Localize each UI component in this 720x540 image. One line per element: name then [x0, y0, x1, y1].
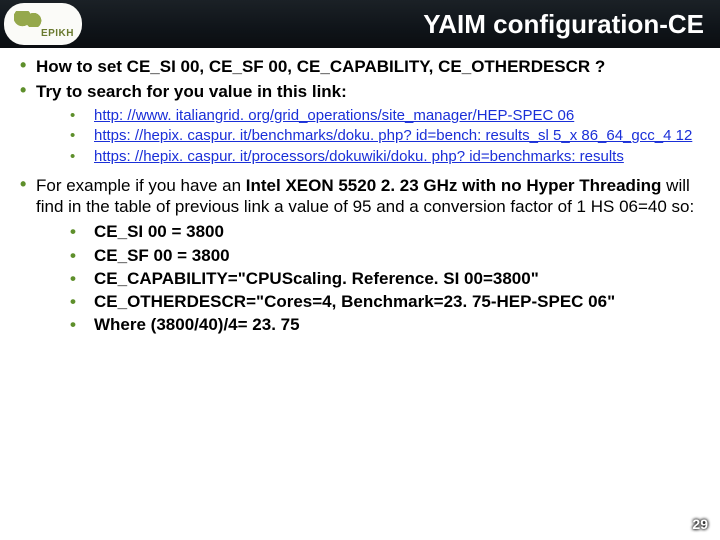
value-where-calc: Where (3800/40)/4= 23. 75: [70, 314, 706, 335]
example-pre: For example if you have an: [36, 176, 246, 195]
value-ce-si00: CE_SI 00 = 3800: [70, 221, 706, 242]
logo-text: EPIKH: [41, 28, 74, 39]
slide-title: YAIM configuration-CE: [82, 9, 720, 40]
link-hepix-benchmarks[interactable]: https: //hepix. caspur. it/benchmarks/do…: [94, 127, 692, 144]
bullet-try-search: Try to search for you value in this link…: [20, 81, 706, 167]
value-ce-otherdescr: CE_OTHERDESCR="Cores=4, Benchmark=23. 75…: [70, 291, 706, 312]
value-ce-sf00: CE_SF 00 = 3800: [70, 245, 706, 266]
bullet-how-to-set: How to set CE_SI 00, CE_SF 00, CE_CAPABI…: [20, 56, 706, 77]
links-list: http: //www. italiangrid. org/grid_opera…: [36, 107, 706, 167]
epikh-logo: EPIKH: [4, 3, 82, 45]
bullet-list: How to set CE_SI 00, CE_SF 00, CE_CAPABI…: [14, 56, 706, 336]
page-number: 29: [692, 516, 708, 532]
bullet-try-search-text: Try to search for you value in this link…: [36, 82, 347, 101]
slide: EPIKH YAIM configuration-CE How to set C…: [0, 0, 720, 540]
title-bar: EPIKH YAIM configuration-CE: [0, 0, 720, 48]
values-list: CE_SI 00 = 3800 CE_SF 00 = 3800 CE_CAPAB…: [36, 221, 706, 335]
link-item: https: //hepix. caspur. it/benchmarks/do…: [70, 127, 706, 146]
link-hepix-processors[interactable]: https: //hepix. caspur. it/processors/do…: [94, 148, 624, 165]
value-ce-capability: CE_CAPABILITY="CPUScaling. Reference. SI…: [70, 268, 706, 289]
link-item: https: //hepix. caspur. it/processors/do…: [70, 148, 706, 167]
bullet-example: For example if you have an Intel XEON 55…: [20, 175, 706, 336]
link-item: http: //www. italiangrid. org/grid_opera…: [70, 107, 706, 126]
example-cpu: Intel XEON 5520 2. 23 GHz with no Hyper …: [246, 176, 662, 195]
link-italiangrid[interactable]: http: //www. italiangrid. org/grid_opera…: [94, 107, 574, 124]
slide-body: How to set CE_SI 00, CE_SF 00, CE_CAPABI…: [0, 48, 720, 336]
